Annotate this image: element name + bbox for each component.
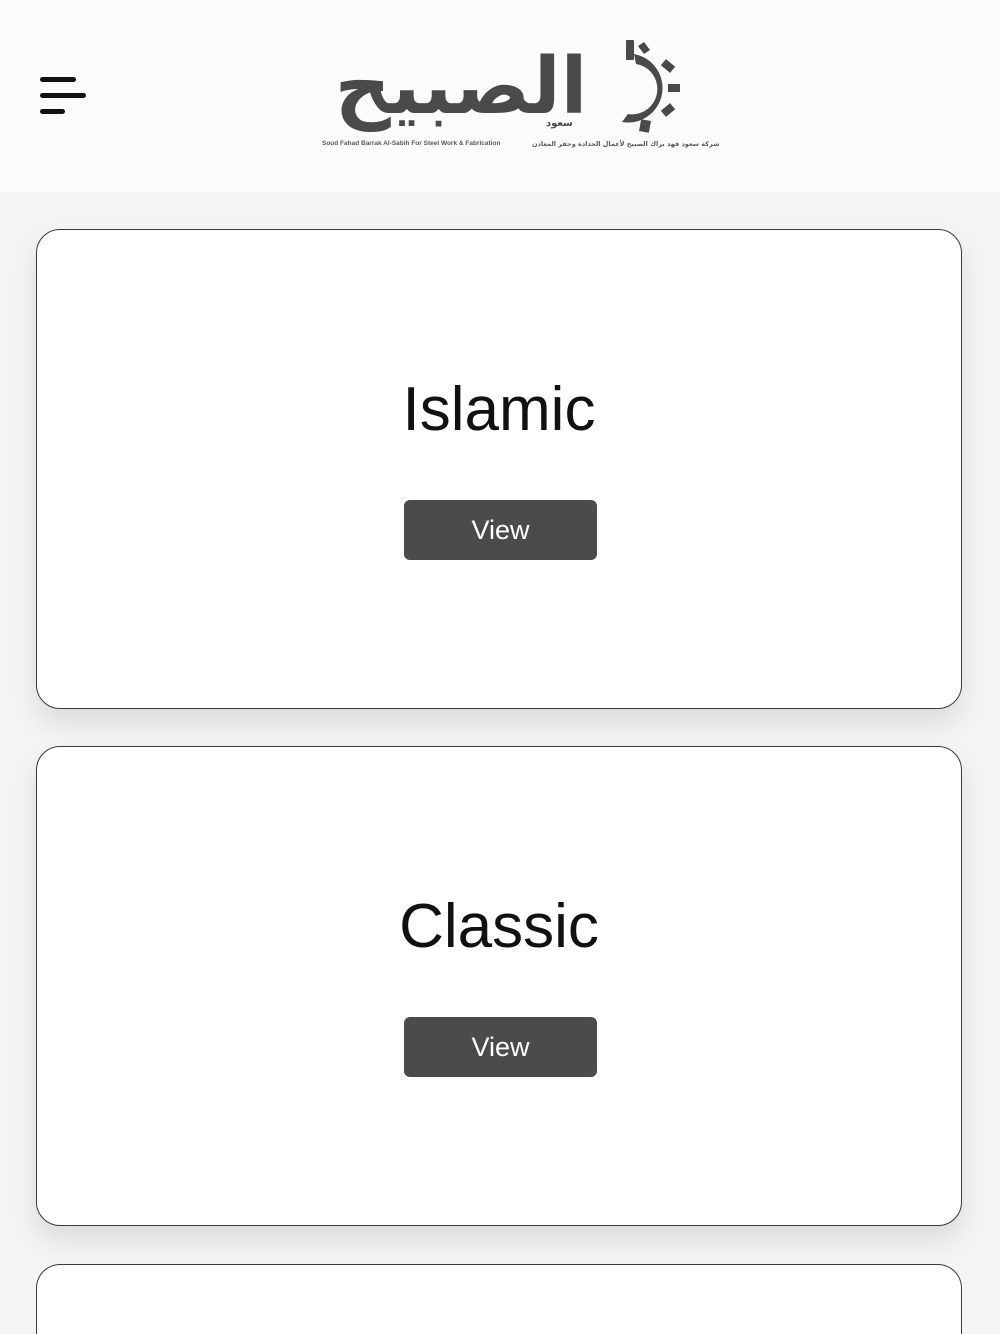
category-card-classic: Classic View: [36, 746, 962, 1226]
gear-icon: [622, 40, 680, 133]
view-button[interactable]: View: [404, 500, 597, 560]
menu-line: [40, 93, 86, 98]
card-title: Islamic: [402, 375, 596, 444]
category-card-islamic: Islamic View: [36, 229, 962, 709]
hamburger-menu-icon[interactable]: [38, 74, 90, 118]
card-title: Classic: [399, 892, 599, 961]
menu-line: [40, 77, 76, 82]
logo-arabic-tagline: شركة سعود فهد براك الصبيح لأعمال الحدادة…: [532, 140, 720, 148]
company-logo[interactable]: الصبيح سعود Soud Fahad Barrak Al-Sabih F…: [316, 40, 719, 155]
app-header: الصبيح سعود Soud Fahad Barrak Al-Sabih F…: [0, 0, 1000, 192]
logo-arabic-small: سعود: [546, 118, 573, 129]
view-button[interactable]: View: [404, 1017, 597, 1077]
logo-english-tagline: Soud Fahad Barrak Al-Sabih For Steel Wor…: [322, 140, 501, 147]
category-card-partial: [36, 1264, 962, 1334]
menu-line: [40, 109, 65, 114]
